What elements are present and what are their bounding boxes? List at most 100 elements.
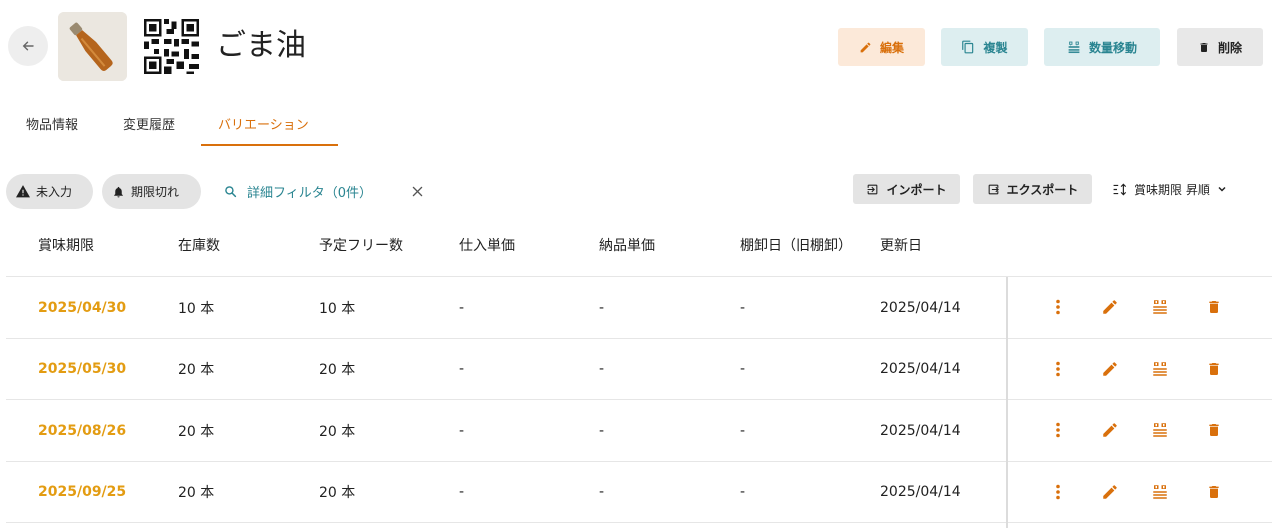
stock-cell: 20 本 — [178, 362, 215, 378]
inventory-date-cell: - — [740, 422, 746, 439]
row-move-button[interactable] — [1149, 419, 1171, 441]
row-edit-button[interactable] — [1099, 419, 1121, 441]
planned-free-cell: 20 本 — [319, 362, 356, 378]
table-row[interactable]: 2025/04/30 10 本 10 本 - - - 2025/04/14 — [6, 277, 1272, 339]
column-header-planned-free[interactable]: 予定フリー数 — [319, 216, 403, 276]
back-button[interactable] — [8, 26, 48, 66]
import-button[interactable]: インポート — [853, 174, 960, 204]
row-move-button[interactable] — [1149, 296, 1171, 318]
delivery-price-cell: - — [599, 361, 605, 377]
more-vert-icon — [1056, 484, 1060, 499]
column-header-purchase-price[interactable]: 仕入単価 — [459, 216, 515, 276]
detail-filter-button[interactable]: 詳細フィルタ（0件） — [224, 180, 372, 202]
move-quantity-button-label: 数量移動 — [1088, 40, 1137, 55]
transfer-icon — [1153, 484, 1167, 499]
row-delete-button[interactable] — [1203, 358, 1225, 380]
stock-cell: 20 本 — [178, 485, 215, 501]
trash-icon — [1209, 485, 1219, 498]
pencil-icon — [1103, 484, 1117, 499]
delete-button-label: 削除 — [1217, 40, 1242, 55]
table-row[interactable]: 2025/08/26 20 本 20 本 - - - 2025/04/14 — [6, 400, 1272, 462]
updated-date-cell: 2025/04/14 — [880, 484, 961, 500]
inventory-date-cell: - — [740, 299, 746, 316]
trash-icon — [1209, 362, 1219, 375]
page-header: ごま油 編集 複製 数量移動 削除 — [0, 0, 1280, 94]
copy-button-label: 複製 — [983, 40, 1008, 55]
updated-date-cell: 2025/04/14 — [880, 422, 961, 439]
row-move-button[interactable] — [1149, 358, 1171, 380]
clear-filter-button[interactable] — [408, 180, 426, 202]
detail-filter-label: 詳細フィルタ（0件） — [247, 185, 373, 201]
table-row[interactable]: 2025/09/25 20 本 20 本 - - - 2025/04/14 — [6, 462, 1272, 523]
row-menu-button[interactable] — [1047, 358, 1069, 380]
sort-label: 賞味期限 昇順 — [1134, 182, 1210, 197]
pencil-icon — [860, 42, 871, 52]
move-quantity-button[interactable]: 数量移動 — [1044, 28, 1160, 66]
qr-code-icon[interactable] — [144, 19, 199, 74]
purchase-price-cell: - — [459, 484, 465, 500]
import-button-label: インポート — [886, 182, 947, 197]
filter-chip-expired-label: 期限切れ — [131, 185, 180, 199]
active-tab-indicator — [201, 144, 338, 146]
row-delete-button[interactable] — [1203, 296, 1225, 318]
more-vert-icon — [1056, 299, 1060, 315]
tab-item-info[interactable]: 物品情報 — [26, 100, 78, 146]
transfer-icon — [1153, 300, 1167, 314]
column-header-updated[interactable]: 更新日 — [880, 216, 922, 276]
arrow-left-icon — [22, 41, 34, 51]
tab-variation[interactable]: バリエーション — [218, 100, 309, 146]
inventory-date-cell: - — [740, 361, 746, 377]
more-vert-icon — [1056, 422, 1060, 438]
transfer-icon — [1153, 361, 1167, 376]
bell-icon — [114, 186, 123, 197]
edit-button[interactable]: 編集 — [838, 28, 925, 66]
updated-date-cell: 2025/04/14 — [880, 299, 961, 316]
row-menu-button[interactable] — [1047, 481, 1069, 503]
column-header-inventory-date[interactable]: 棚卸日（旧棚卸） — [740, 216, 852, 276]
copy-button[interactable]: 複製 — [941, 28, 1028, 66]
row-delete-button[interactable] — [1203, 481, 1225, 503]
delete-button[interactable]: 削除 — [1177, 28, 1263, 66]
stock-cell: 10 本 — [178, 300, 215, 317]
close-icon — [412, 186, 422, 196]
row-edit-button[interactable] — [1099, 481, 1121, 503]
purchase-price-cell: - — [459, 422, 465, 439]
row-menu-button[interactable] — [1047, 296, 1069, 318]
filter-chip-missing-label: 未入力 — [36, 185, 73, 199]
row-menu-button[interactable] — [1047, 419, 1069, 441]
row-edit-button[interactable] — [1099, 296, 1121, 318]
tab-change-history[interactable]: 変更履歴 — [123, 100, 175, 146]
trash-icon — [1200, 42, 1208, 52]
actions-column-divider — [1006, 277, 1008, 528]
import-icon — [868, 184, 878, 194]
table-row[interactable]: 2025/05/30 20 本 20 本 - - - 2025/04/14 — [6, 339, 1272, 400]
search-icon — [225, 185, 237, 197]
filter-chip-expired[interactable]: 期限切れ — [102, 174, 201, 209]
product-thumbnail — [58, 12, 127, 81]
row-edit-button[interactable] — [1099, 358, 1121, 380]
inventory-date-cell: - — [740, 484, 746, 500]
row-delete-button[interactable] — [1203, 419, 1225, 441]
transfer-icon — [1068, 41, 1080, 53]
more-vert-icon — [1056, 361, 1060, 376]
expiry-date-cell: 2025/09/25 — [38, 484, 127, 500]
delivery-price-cell: - — [599, 484, 605, 500]
column-header-expiry[interactable]: 賞味期限 — [38, 216, 94, 276]
page-title: ごま油 — [216, 28, 306, 63]
planned-free-cell: 10 本 — [319, 300, 356, 317]
column-header-stock[interactable]: 在庫数 — [178, 216, 220, 276]
stock-cell: 20 本 — [178, 423, 215, 440]
purchase-price-cell: - — [459, 299, 465, 316]
export-button[interactable]: エクスポート — [973, 174, 1092, 204]
column-header-delivery-price[interactable]: 納品単価 — [599, 216, 655, 276]
delivery-price-cell: - — [599, 422, 605, 439]
edit-button-label: 編集 — [879, 40, 904, 55]
sort-selector[interactable]: 賞味期限 昇順 — [1113, 178, 1228, 200]
delivery-price-cell: - — [599, 299, 605, 316]
expiry-date-cell: 2025/05/30 — [38, 361, 127, 377]
filter-chip-missing[interactable]: 未入力 — [6, 174, 93, 209]
copy-icon — [962, 40, 974, 54]
variation-table: 賞味期限 在庫数 予定フリー数 仕入単価 納品単価 棚卸日（旧棚卸） 更新日 2… — [6, 216, 1272, 523]
row-move-button[interactable] — [1149, 481, 1171, 503]
planned-free-cell: 20 本 — [319, 423, 356, 440]
